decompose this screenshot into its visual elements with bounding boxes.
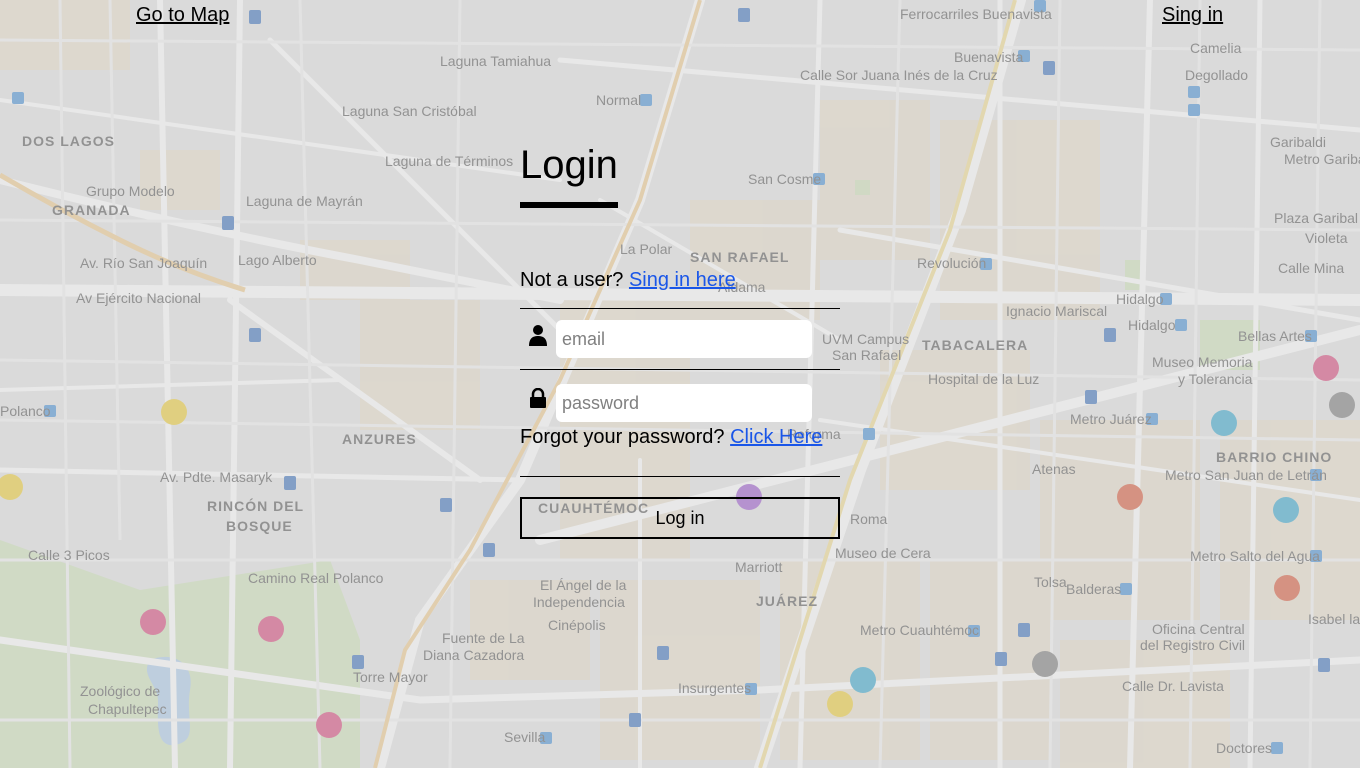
svg-text:Laguna de Mayrán: Laguna de Mayrán [246,193,363,209]
divider [520,476,840,477]
svg-text:Lago Alberto: Lago Alberto [238,252,317,268]
signup-link[interactable]: Sing in here [629,269,736,291]
lock-icon [520,384,556,422]
email-field[interactable] [556,320,812,358]
svg-text:Calle Dr. Lavista: Calle Dr. Lavista [1122,678,1224,694]
svg-text:Plaza Garibal: Plaza Garibal [1274,210,1358,226]
svg-text:Chapultepec: Chapultepec [88,701,167,717]
svg-text:San Rafael: San Rafael [832,347,901,363]
svg-text:Insurgentes: Insurgentes [678,680,751,696]
svg-text:Camelia: Camelia [1190,40,1242,56]
go-to-map-link[interactable]: Go to Map [136,4,229,27]
svg-text:JUÁREZ: JUÁREZ [756,593,818,609]
svg-text:Camino Real Polanco: Camino Real Polanco [248,570,384,586]
login-button[interactable]: Log in [520,497,840,539]
svg-text:Laguna de Términos: Laguna de Términos [385,153,513,169]
svg-text:BOSQUE: BOSQUE [226,518,293,534]
svg-text:Degollado: Degollado [1185,67,1248,83]
svg-text:Doctores: Doctores [1216,740,1272,756]
login-form: Login Not a user? Sing in here Forgot yo… [520,140,840,539]
user-icon [520,320,556,358]
svg-text:DOS LAGOS: DOS LAGOS [22,133,115,149]
forgot-text: Forgot your password? [520,426,725,448]
svg-text:y Tolerancia: y Tolerancia [1178,371,1253,387]
svg-text:Museo de Cera: Museo de Cera [835,545,931,561]
svg-text:Fuente de La: Fuente de La [442,630,525,646]
svg-text:Violeta: Violeta [1305,230,1348,246]
password-field[interactable] [556,384,812,422]
forgot-password-link[interactable]: Click Here [730,426,822,448]
svg-text:Laguna Tamiahua: Laguna Tamiahua [440,53,551,69]
svg-text:Av. Río San Joaquín: Av. Río San Joaquín [80,255,207,271]
svg-text:Normal: Normal [596,92,641,108]
svg-text:TABACALERA: TABACALERA [922,337,1028,353]
svg-text:Ferrocarriles Buenavista: Ferrocarriles Buenavista [900,6,1052,22]
email-row [520,309,840,369]
svg-text:Calle Mina: Calle Mina [1278,260,1344,276]
svg-text:Diana Cazadora: Diana Cazadora [423,647,524,663]
svg-text:Tolsa: Tolsa [1034,574,1067,590]
svg-text:Roma: Roma [850,511,888,527]
svg-text:Grupo Modelo: Grupo Modelo [86,183,175,199]
svg-text:Bellas Artes: Bellas Artes [1238,328,1312,344]
svg-text:Marriott: Marriott [735,559,783,575]
svg-text:Revolución: Revolución [917,255,986,271]
svg-text:Calle Sor Juana Inés de la Cru: Calle Sor Juana Inés de la Cruz [800,67,998,83]
svg-text:Museo Memoria: Museo Memoria [1152,354,1253,370]
svg-text:GRANADA: GRANADA [52,202,131,218]
forgot-row: Forgot your password? Click Here [520,424,840,450]
svg-text:Cinépolis: Cinépolis [548,617,606,633]
svg-text:Hidalgo: Hidalgo [1116,291,1164,307]
svg-text:Laguna San Cristóbal: Laguna San Cristóbal [342,103,477,119]
password-row [520,370,840,432]
svg-text:del Registro Civil: del Registro Civil [1140,637,1245,653]
svg-text:Metro Garibaldi: Metro Garibaldi [1284,151,1360,167]
svg-text:Polanco: Polanco [0,403,51,419]
svg-text:Balderas: Balderas [1066,581,1121,597]
svg-text:Atenas: Atenas [1032,461,1076,477]
svg-text:Buenavista: Buenavista [954,49,1023,65]
svg-text:Calle 3 Picos: Calle 3 Picos [28,547,110,563]
not-user-text: Not a user? [520,269,624,291]
svg-text:Av. Pdte. Masaryk: Av. Pdte. Masaryk [160,469,273,485]
svg-text:Zoológico de: Zoológico de [80,683,160,699]
sign-in-link[interactable]: Sing in [1162,4,1223,27]
signup-prompt: Not a user? Sing in here [520,268,840,292]
svg-text:Av Ejército Nacional: Av Ejército Nacional [76,290,201,306]
svg-text:Hidalgo: Hidalgo [1128,317,1176,333]
svg-text:Isabel la: Isabel la [1308,611,1360,627]
svg-text:Garibaldi: Garibaldi [1270,134,1326,150]
svg-text:Ignacio Mariscal: Ignacio Mariscal [1006,303,1107,319]
svg-text:Independencia: Independencia [533,594,625,610]
svg-text:El Ángel de la: El Ángel de la [540,577,627,593]
svg-text:BARRIO CHINO: BARRIO CHINO [1216,449,1332,465]
svg-text:Metro Juárez: Metro Juárez [1070,411,1152,427]
svg-text:RINCÓN DEL: RINCÓN DEL [207,497,304,514]
svg-text:Sevilla: Sevilla [504,729,545,745]
svg-text:Hospital de la Luz: Hospital de la Luz [928,371,1039,387]
svg-text:ANZURES: ANZURES [342,431,417,447]
svg-text:Metro Cuauhtémoc: Metro Cuauhtémoc [860,622,979,638]
login-title: Login [520,143,618,187]
svg-text:Oficina Central: Oficina Central [1152,621,1245,637]
svg-text:Metro San Juan de Letrán: Metro San Juan de Letrán [1165,467,1327,483]
svg-text:Torre Mayor: Torre Mayor [353,669,428,685]
svg-text:Metro Salto del Agua: Metro Salto del Agua [1190,548,1320,564]
title-underline [520,202,618,208]
